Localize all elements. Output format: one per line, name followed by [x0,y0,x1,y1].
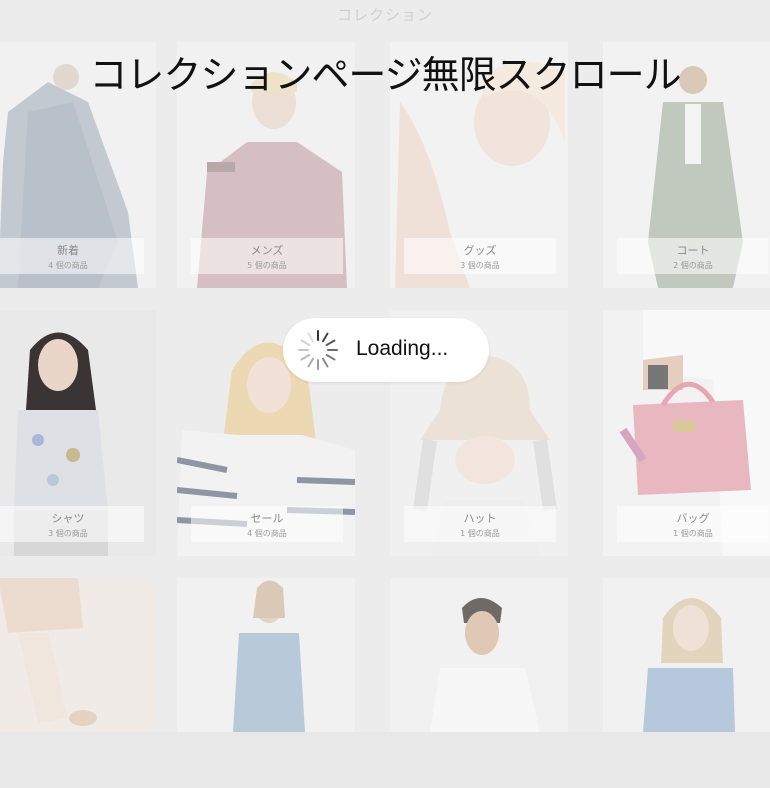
collection-card-bags[interactable]: バッグ 1 個の商品 [603,310,770,556]
collection-count: 1 個の商品 [673,529,713,538]
collection-label: コート 2 個の商品 [617,238,769,274]
collection-count: 2 個の商品 [673,261,713,270]
collection-card-shirts[interactable]: シャツ 3 個の商品 [0,310,156,556]
loading-text: Loading... [356,337,449,360]
collection-label: シャツ 3 個の商品 [0,506,144,542]
collection-count: 5 個の商品 [247,261,287,270]
collection-name: ハット [463,512,497,525]
collection-label: バッグ 1 個の商品 [617,506,769,542]
collection-photo [390,578,568,732]
collection-count: 3 個の商品 [460,261,500,270]
collection-label: ハット 1 個の商品 [404,506,556,542]
collection-label: グッズ 3 個の商品 [404,238,556,274]
collection-count: 1 個の商品 [460,529,500,538]
spinner-icon [298,330,338,370]
collection-name: 新着 [57,244,79,257]
collection-label: セール 4 個の商品 [191,506,343,542]
collection-name: シャツ [51,512,85,525]
collection-name: セール [250,512,284,525]
collection-photo [603,578,770,732]
collection-name: メンズ [250,244,284,257]
collection-page: コレクション 新着 4 個の商品 メンズ 5 個の商品 グッズ 3 個の商品 コ… [0,0,770,788]
collection-count: 4 個の商品 [247,529,287,538]
collection-photo [177,578,355,732]
collection-card[interactable] [390,578,568,732]
loading-indicator: Loading... [283,318,489,382]
collection-name: バッグ [676,512,710,525]
collection-card[interactable] [177,578,355,732]
collection-name: コート [676,244,710,257]
collection-count: 4 個の商品 [48,261,88,270]
bottom-bar [0,732,770,788]
collection-card[interactable] [603,578,770,732]
collection-card[interactable] [0,578,156,732]
page-header-title: コレクション [336,6,433,24]
collection-label: メンズ 5 個の商品 [191,238,343,274]
collection-name: グッズ [463,244,497,257]
collection-count: 3 個の商品 [48,529,88,538]
banner-title: コレクションページ無限スクロール [89,53,681,97]
collection-photo [0,578,156,732]
collection-label: 新着 4 個の商品 [0,238,144,274]
